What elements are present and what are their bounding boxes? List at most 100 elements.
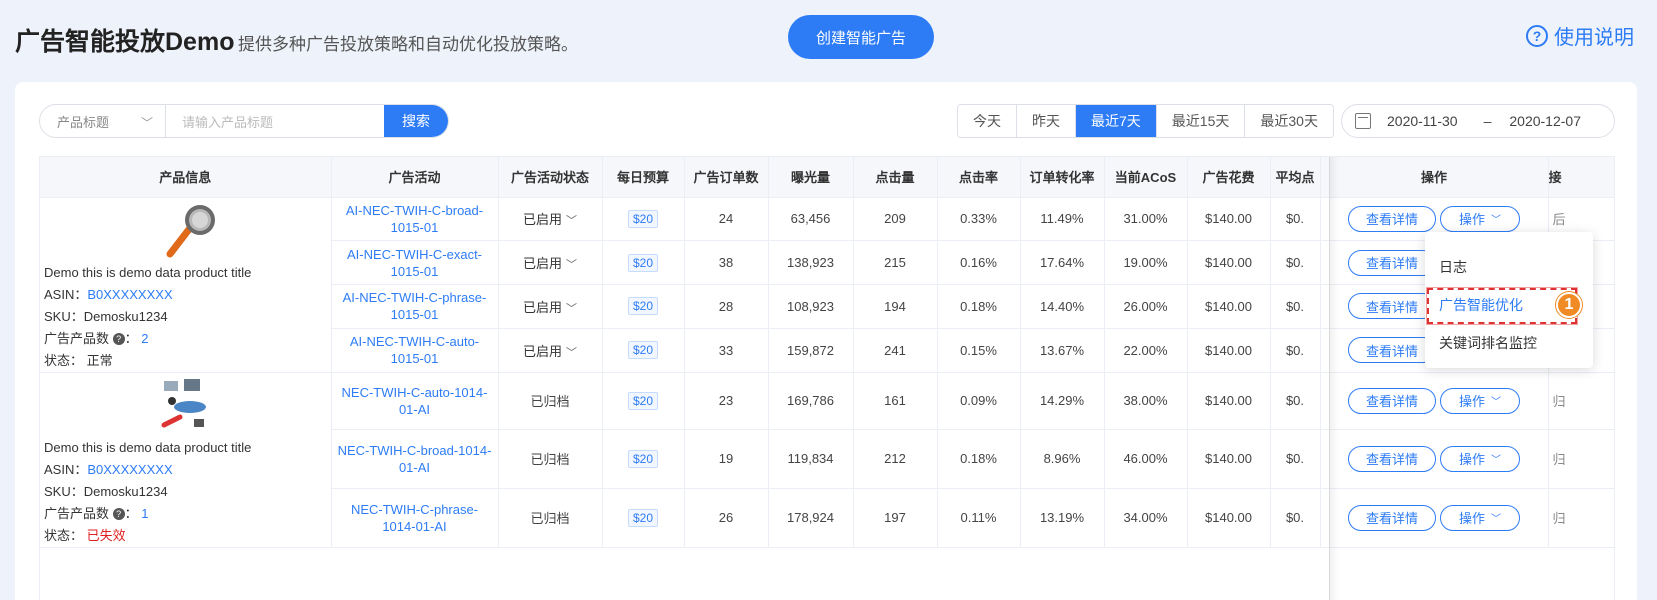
daily-budget-cell: $20	[602, 197, 685, 242]
range-4[interactable]: 最近30天	[1245, 105, 1333, 137]
count-value[interactable]: 1	[141, 506, 148, 521]
chevron-down-icon: ﹀	[566, 346, 577, 359]
conversion-rate-cell: 13.19%	[1020, 488, 1105, 548]
view-detail-button[interactable]: 查看详情	[1348, 504, 1436, 531]
impressions-cell: 108,923	[768, 284, 854, 329]
search-button[interactable]: 搜索	[384, 105, 448, 137]
view-detail-button[interactable]: 查看详情	[1348, 445, 1436, 472]
product-sku: SKU：Demosku1234	[44, 306, 327, 328]
date-range-presets: 今天 昨天 最近7天 最近15天 最近30天	[957, 104, 1334, 138]
range-0[interactable]: 今天	[958, 105, 1017, 137]
status-label: 状态：	[44, 527, 84, 543]
campaign-link[interactable]: AI-NEC-TWIH-C-exact-1015-01	[347, 247, 482, 279]
spend-cell: $140.00	[1187, 197, 1271, 242]
view-detail-button[interactable]: 查看详情	[1348, 249, 1436, 276]
chevron-down-icon: ﹀	[566, 302, 577, 315]
more-operations-button[interactable]: 操作 ﹀	[1440, 445, 1520, 472]
product-count: 广告产品数 ?： 2	[44, 330, 149, 346]
view-detail-button[interactable]: 查看详情	[1348, 293, 1436, 320]
budget-tag[interactable]: $20	[627, 341, 659, 360]
menu-item-smart-optimize[interactable]: 广告智能优化 1	[1425, 286, 1593, 325]
range-2[interactable]: 最近7天	[1076, 105, 1157, 137]
truncated-cell: 归	[1548, 372, 1614, 431]
conversion-rate-cell: 14.29%	[1020, 372, 1105, 431]
operations-dropdown-menu: 日志 广告智能优化 1 关键词排名监控	[1425, 232, 1593, 368]
status-select[interactable]: 已启用 ﹀	[523, 256, 577, 271]
product-asin: ASIN：B0XXXXXXXX	[44, 284, 327, 306]
view-detail-button[interactable]: 查看详情	[1348, 337, 1436, 364]
date-end: 2020-12-07	[1509, 113, 1581, 129]
create-smart-ad-button[interactable]: 创建智能广告	[788, 15, 934, 59]
view-detail-button[interactable]: 查看详情	[1348, 387, 1436, 414]
status-label: 状态：	[44, 352, 84, 368]
calendar-icon	[1355, 113, 1371, 129]
main-panel: 产品标题 ﹀ 请输入产品标题 搜索 今天 昨天 最近7天 最近15天 最近30天 202…	[15, 82, 1637, 600]
status-select[interactable]: 已启用 ﹀	[523, 344, 577, 359]
view-detail-button[interactable]: 查看详情	[1348, 205, 1436, 232]
asin-label: ASIN：	[44, 461, 88, 477]
product-asin: ASIN：B0XXXXXXXX	[44, 459, 327, 481]
impressions-cell: 63,456	[768, 197, 854, 242]
avg-cpc-cell: $0.	[1270, 488, 1321, 548]
budget-tag[interactable]: $20	[627, 449, 659, 468]
budget-tag[interactable]: $20	[627, 209, 659, 228]
range-1[interactable]: 昨天	[1017, 105, 1076, 137]
question-icon[interactable]: ?	[112, 333, 125, 346]
product-image	[161, 378, 207, 427]
search-input[interactable]: 请输入产品标题	[166, 105, 384, 137]
daily-budget-cell: $20	[602, 488, 685, 548]
range-3[interactable]: 最近15天	[1156, 105, 1246, 137]
orders-cell: 19	[684, 429, 769, 489]
budget-tag[interactable]: $20	[627, 391, 659, 410]
date-separator: –	[1483, 113, 1492, 129]
campaign-link[interactable]: AI-NEC-TWIH-C-phrase-1015-01	[343, 290, 487, 322]
date-range-picker[interactable]: 2020-11-30 – 2020-12-07	[1341, 104, 1615, 138]
clicks-cell: 194	[853, 284, 938, 329]
orders-cell: 33	[684, 328, 769, 373]
clicks-cell: 241	[853, 328, 938, 373]
budget-tag[interactable]: $20	[627, 297, 659, 316]
status-select[interactable]: 已启用 ﹀	[523, 212, 577, 227]
budget-tag[interactable]: $20	[627, 508, 659, 527]
status-select[interactable]: 已启用 ﹀	[523, 300, 577, 315]
acos-cell: 22.00%	[1104, 328, 1188, 373]
more-operations-button[interactable]: 操作 ﹀	[1440, 205, 1520, 232]
search-field-select[interactable]: 产品标题 ﹀	[40, 105, 166, 137]
orders-cell: 28	[684, 284, 769, 329]
budget-tag[interactable]: $20	[627, 253, 659, 272]
campaign-link[interactable]: NEC-TWIH-C-auto-1014-01-AI	[342, 385, 488, 417]
menu-item-log[interactable]: 日志	[1425, 248, 1593, 286]
chevron-down-icon: ﹀	[566, 215, 577, 228]
acos-cell: 19.00%	[1104, 240, 1188, 285]
count-value[interactable]: 2	[141, 331, 148, 346]
spend-cell: $140.00	[1187, 240, 1271, 285]
campaign-link[interactable]: NEC-TWIH-C-broad-1014-01-AI	[338, 443, 492, 475]
chevron-down-icon: ﹀	[140, 116, 153, 130]
avg-cpc-cell: $0.	[1270, 328, 1321, 373]
product-status: 状态： 正常	[44, 350, 327, 372]
daily-budget-cell: $20	[602, 328, 685, 373]
daily-budget-cell: $20	[602, 240, 685, 285]
asin-value[interactable]: B0XXXXXXXX	[87, 462, 172, 477]
campaign-link[interactable]: AI-NEC-TWIH-C-broad-1015-01	[346, 203, 483, 235]
help-link[interactable]: ? 使用说明	[1526, 21, 1634, 50]
more-operations-button[interactable]: 操作 ﹀	[1440, 387, 1520, 414]
more-operations-label: 操作	[1458, 452, 1485, 468]
campaign-link[interactable]: AI-NEC-TWIH-C-auto-1015-01	[350, 334, 479, 366]
more-operations-button[interactable]: 操作 ﹀	[1440, 504, 1520, 531]
orders-cell: 26	[684, 488, 769, 548]
avg-cpc-cell: $0.	[1270, 284, 1321, 329]
clicks-cell: 212	[853, 429, 938, 489]
column-header-13: 操作	[1320, 157, 1549, 198]
question-icon[interactable]: ?	[112, 508, 125, 521]
menu-item-keyword-rank-monitor[interactable]: 关键词排名监控	[1425, 324, 1593, 362]
campaign-status-cell: 已启用 ﹀	[498, 284, 603, 329]
daily-budget-cell: $20	[602, 284, 685, 329]
product-info-cell: Demo this is demo data product title ASIN…	[40, 372, 332, 548]
product-operation-button[interactable]: 操作 ﹀	[249, 547, 325, 548]
acos-cell: 31.00%	[1104, 197, 1188, 242]
asin-value[interactable]: B0XXXXXXXX	[87, 287, 172, 302]
campaign-link[interactable]: NEC-TWIH-C-phrase-1014-01-AI	[351, 502, 478, 534]
column-header-10: 广告花费	[1187, 157, 1271, 198]
status-value: 已启用	[522, 343, 562, 359]
